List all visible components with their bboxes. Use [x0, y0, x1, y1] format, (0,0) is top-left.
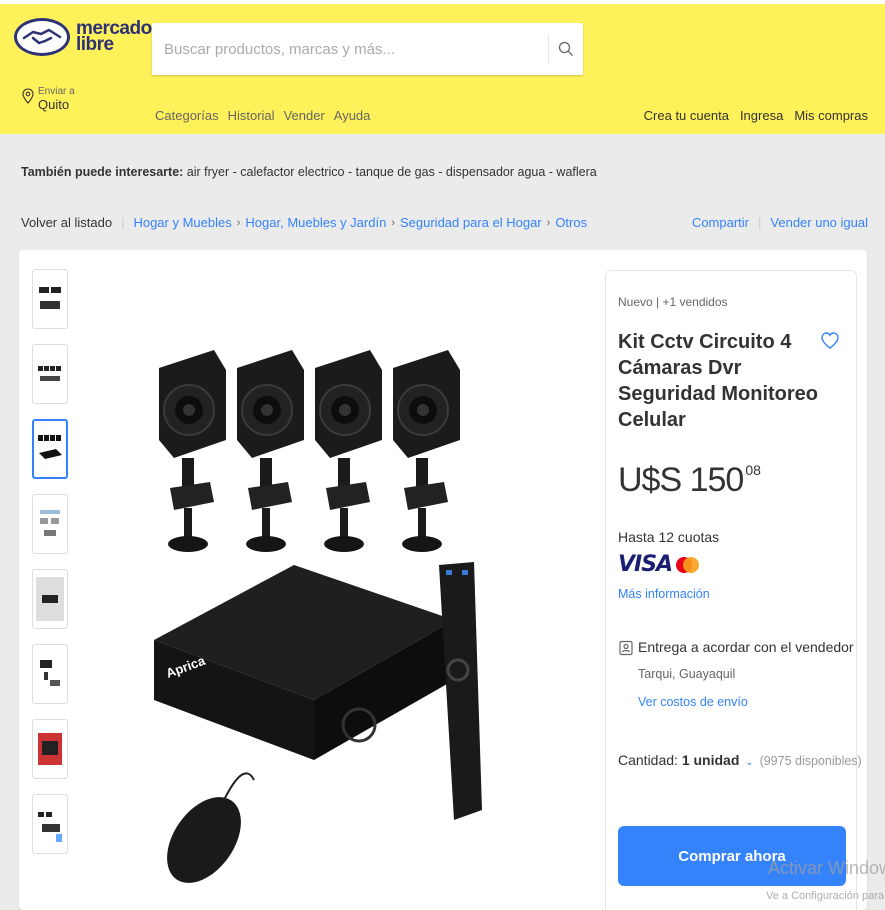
thumbnail-1[interactable] — [32, 269, 68, 329]
nav-categorias[interactable]: Categorías — [155, 108, 219, 123]
product-card: Aprica Nuevo | +1 vendidos Kit Cctv Circ… — [19, 250, 867, 910]
chevron-right-icon: › — [236, 216, 241, 229]
seller-location: Tarqui, Guayaquil — [638, 667, 736, 681]
mercadolibre-logo[interactable]: mercado libre — [14, 18, 152, 56]
more-info-link[interactable]: Más información — [618, 587, 710, 601]
condition-sold: Nuevo | +1 vendidos — [618, 295, 728, 309]
breadcrumb: Volver al listado | Hogar y Muebles › Ho… — [21, 215, 587, 230]
price-amount: U$S 150 — [618, 461, 744, 499]
delivery-icon — [619, 640, 633, 656]
share-link[interactable]: Compartir — [692, 215, 749, 230]
price-cents: 08 — [745, 462, 761, 478]
thumbnail-gallery — [32, 269, 68, 869]
visa-logo: VISA — [618, 552, 673, 577]
search-icon — [558, 41, 573, 56]
quantity-value[interactable]: 1 unidad — [682, 752, 740, 768]
breadcrumb-item-otros[interactable]: Otros — [555, 215, 587, 230]
product-title: Kit Cctv Circuito 4 Cámaras Dvr Segurida… — [618, 331, 818, 431]
thumbnail-2[interactable] — [32, 344, 68, 404]
breadcrumb-item-seguridad[interactable]: Seguridad para el Hogar — [400, 215, 542, 230]
related-searches: También puede interesarte: air fryer - c… — [21, 165, 597, 179]
dvr-recorder: Aprica — [154, 565, 454, 760]
thumbnail-4[interactable] — [32, 494, 68, 554]
create-account-link[interactable]: Crea tu cuenta — [644, 108, 729, 123]
breadcrumb-separator: | — [121, 215, 125, 230]
login-link[interactable]: Ingresa — [740, 108, 783, 123]
chevron-right-icon: › — [546, 216, 551, 229]
my-purchases-link[interactable]: Mis compras — [794, 108, 868, 123]
mouse-device — [167, 772, 255, 883]
product-price: U$S 150 08 — [618, 461, 761, 500]
thumbnail-5[interactable] — [32, 569, 68, 629]
share-links: Compartir | Vender uno igual — [692, 215, 868, 230]
account-nav: Crea tu cuenta Ingresa Mis compras — [644, 108, 868, 123]
thumbnail-3-selected[interactable] — [32, 419, 68, 479]
sell-similar-link[interactable]: Vender uno igual — [770, 215, 868, 230]
thumbnail-8[interactable] — [32, 794, 68, 854]
product-main-image[interactable]: Aprica — [154, 340, 484, 900]
search-bar — [152, 23, 583, 75]
chevron-down-icon[interactable]: ⌄ — [745, 757, 753, 768]
windows-activation-subtext: Ve a Configuración para a — [766, 890, 885, 902]
chevron-right-icon: › — [391, 216, 395, 229]
search-input[interactable] — [152, 23, 548, 75]
back-to-list-link[interactable]: Volver al listado — [21, 215, 112, 230]
search-button[interactable] — [549, 23, 583, 75]
location-city: Quito — [38, 97, 70, 112]
handshake-icon — [14, 18, 70, 56]
cameras-group — [159, 350, 460, 552]
installments-info: Hasta 12 cuotas — [618, 529, 720, 545]
mastercard-icon — [676, 556, 700, 573]
quantity-label: Cantidad: — [618, 752, 678, 768]
shipping-costs-link[interactable]: Ver costos de envío — [638, 695, 748, 709]
nav-historial[interactable]: Historial — [228, 108, 275, 123]
related-searches-items[interactable]: air fryer - calefactor electrico - tanqu… — [187, 165, 597, 179]
nav-ayuda[interactable]: Ayuda — [334, 108, 371, 123]
share-separator: | — [758, 215, 762, 230]
shipping-title: Entrega a acordar con el vendedor — [638, 639, 854, 655]
shipping-location[interactable]: Enviar a Quito — [22, 86, 75, 112]
heart-icon[interactable] — [820, 331, 840, 351]
remote-control — [439, 562, 482, 820]
thumbnail-7[interactable] — [32, 719, 68, 779]
nav-vender[interactable]: Vender — [284, 108, 325, 123]
location-pin-icon — [22, 88, 34, 104]
breadcrumb-item-hogar-muebles[interactable]: Hogar y Muebles — [133, 215, 231, 230]
windows-activation-watermark: Activar Windows — [768, 858, 885, 878]
header: mercado libre Enviar a Quito Categorías … — [0, 0, 885, 134]
quantity-available: (9975 disponibles) — [759, 754, 862, 768]
payment-cards: VISA — [618, 552, 700, 577]
thumbnail-6[interactable] — [32, 644, 68, 704]
logo-text-line2: libre — [76, 34, 114, 55]
related-searches-label: También puede interesarte: — [21, 165, 184, 179]
buy-box: Nuevo | +1 vendidos Kit Cctv Circuito 4 … — [605, 270, 862, 910]
breadcrumb-item-hogar-jardin[interactable]: Hogar, Muebles y Jardín — [245, 215, 386, 230]
main-nav: Categorías Historial Vender Ayuda — [155, 108, 370, 123]
quantity-selector[interactable]: Cantidad: 1 unidad ⌄ (9975 disponibles) — [618, 752, 862, 768]
